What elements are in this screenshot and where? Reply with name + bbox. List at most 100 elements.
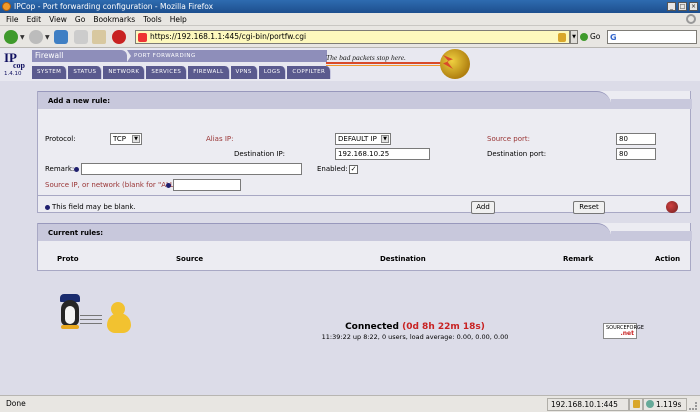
url-bar[interactable]: https://192.168.1.1:445/cgi-bin/portfw.c… bbox=[135, 30, 570, 44]
menu-help[interactable]: Help bbox=[166, 13, 191, 25]
url-text: https://192.168.1.1:445/cgi-bin/portfw.c… bbox=[150, 32, 307, 41]
close-button[interactable]: × bbox=[689, 2, 698, 11]
google-icon: G bbox=[610, 33, 617, 42]
add-rule-title: Add a new rule: bbox=[38, 91, 611, 109]
alias-ip-select[interactable]: DEFAULT IP ▼ bbox=[335, 133, 391, 145]
forward-dropdown-icon[interactable]: ▼ bbox=[45, 34, 50, 41]
slogan-underline-2 bbox=[326, 65, 448, 66]
go-button[interactable]: Go bbox=[580, 30, 600, 44]
menu-go[interactable]: Go bbox=[71, 13, 89, 25]
protocol-value: TCP bbox=[113, 135, 126, 143]
source-ip-input[interactable] bbox=[173, 179, 241, 191]
home-icon[interactable] bbox=[92, 30, 106, 44]
slogan: The bad packets stop here. bbox=[326, 53, 406, 62]
reset-button[interactable]: Reset bbox=[573, 201, 605, 214]
back-dropdown-icon[interactable]: ▼ bbox=[20, 34, 25, 41]
lock-icon[interactable] bbox=[558, 33, 566, 42]
source-port-input[interactable]: 80 bbox=[616, 133, 656, 145]
tab-status[interactable]: Status bbox=[68, 66, 103, 79]
remark-label: Remark: bbox=[45, 165, 75, 173]
tab-firewall[interactable]: Firewall bbox=[188, 66, 230, 79]
reload-icon[interactable] bbox=[54, 30, 68, 44]
mascot-icon bbox=[440, 49, 470, 79]
url-history-dropdown[interactable]: ▼ bbox=[570, 30, 578, 44]
ipcop-header: IP cop 1.4.10 Firewall Port Forwarding T… bbox=[0, 48, 700, 81]
maximize-button[interactable]: □ bbox=[678, 2, 687, 11]
enabled-label: Enabled: bbox=[317, 165, 348, 173]
favicon-icon bbox=[138, 33, 147, 42]
destination-ip-input[interactable]: 192.168.10.25 bbox=[335, 148, 430, 160]
destination-port-input[interactable]: 80 bbox=[616, 148, 656, 160]
blocked-icon[interactable] bbox=[112, 30, 126, 44]
chick-mascot-icon bbox=[105, 300, 133, 334]
ipcop-logo: IP cop 1.4.10 bbox=[4, 50, 28, 78]
optional-dot-icon bbox=[74, 167, 79, 172]
column-remark: Remark bbox=[563, 255, 594, 263]
menu-bookmarks[interactable]: Bookmarks bbox=[89, 13, 139, 25]
status-text: Done bbox=[6, 399, 26, 408]
timer-value: 1.119s bbox=[656, 400, 682, 409]
timer-icon bbox=[646, 400, 654, 408]
speed-lines-icon bbox=[80, 315, 102, 331]
page-title: Port Forwarding bbox=[127, 50, 327, 62]
remark-input[interactable] bbox=[81, 163, 302, 175]
tab-vpns[interactable]: VPNs bbox=[230, 66, 258, 79]
search-input[interactable]: G bbox=[607, 30, 697, 44]
tab-services[interactable]: Services bbox=[146, 66, 188, 79]
column-proto: Proto bbox=[57, 255, 79, 263]
protocol-select[interactable]: TCP ▼ bbox=[110, 133, 142, 145]
blank-note: This field may be blank. bbox=[52, 203, 136, 211]
sf-net: .net bbox=[620, 330, 635, 337]
menu-edit[interactable]: Edit bbox=[23, 13, 46, 25]
connected-time: (0d 8h 22m 18s) bbox=[402, 322, 485, 332]
page-title-text: Port Forwarding bbox=[134, 53, 196, 59]
lock-icon bbox=[633, 400, 640, 408]
page-content: Add a new rule: Protocol: TCP ▼ Alias IP… bbox=[0, 81, 700, 395]
divider bbox=[38, 195, 690, 196]
menu-tools[interactable]: Tools bbox=[139, 13, 165, 25]
status-bar: Done 192.168.10.1:445 1.119s bbox=[0, 395, 700, 412]
chevron-down-icon: ▼ bbox=[132, 135, 140, 143]
tab-logs[interactable]: Logs bbox=[258, 66, 287, 79]
column-destination: Destination bbox=[380, 255, 426, 263]
protocol-label: Protocol: bbox=[45, 135, 76, 143]
enabled-checkbox[interactable]: ✓ bbox=[349, 165, 358, 174]
stop-icon[interactable] bbox=[74, 30, 88, 44]
chevron-down-icon: ▼ bbox=[381, 135, 389, 143]
main-tabs: System Status Network Services Firewall … bbox=[32, 66, 332, 80]
destination-ip-label: Destination IP: bbox=[234, 150, 286, 158]
add-rule-panel: Add a new rule: Protocol: TCP ▼ Alias IP… bbox=[37, 91, 692, 214]
column-action: Action bbox=[655, 255, 681, 263]
source-ip-label: Source IP, or network (blank for "ALL"): bbox=[45, 181, 183, 189]
navigation-toolbar: ▼ ▼ https://192.168.1.1:445/cgi-bin/port… bbox=[0, 26, 700, 48]
logo-version: 1.4.10 bbox=[4, 71, 22, 77]
page-arrow-icon bbox=[127, 50, 131, 62]
add-button[interactable]: Add bbox=[471, 201, 495, 214]
throbber-icon bbox=[686, 14, 696, 24]
alias-ip-label: Alias IP: bbox=[206, 135, 234, 143]
minimize-button[interactable]: _ bbox=[667, 2, 676, 11]
uptime-line: 11:39:22 up 8:22, 0 users, load average:… bbox=[321, 333, 509, 341]
sourceforge-logo[interactable]: SOURCEFORGE .net bbox=[603, 323, 644, 339]
go-label: Go bbox=[590, 32, 601, 41]
tab-network[interactable]: Network bbox=[103, 66, 146, 79]
menu-file[interactable]: File bbox=[2, 13, 23, 25]
optional-dot-icon bbox=[45, 205, 50, 210]
optional-dot-icon bbox=[166, 183, 171, 188]
source-port-label: Source port: bbox=[487, 135, 530, 143]
current-rules-panel: Current rules: Proto Source Destination … bbox=[37, 223, 692, 271]
tab-system[interactable]: System bbox=[32, 66, 68, 79]
logo-cop: cop bbox=[13, 61, 25, 70]
help-icon[interactable] bbox=[666, 201, 678, 213]
section-title: Firewall bbox=[32, 50, 127, 62]
go-arrow-icon bbox=[580, 33, 588, 41]
connection-status: Connected (0d 8h 22m 18s) 11:39:22 up 8:… bbox=[290, 322, 540, 342]
status-ip: 192.168.10.1:445 bbox=[547, 398, 629, 411]
status-lock[interactable] bbox=[629, 398, 643, 411]
back-arrow-icon[interactable] bbox=[4, 30, 18, 44]
menu-view[interactable]: View bbox=[45, 13, 71, 25]
window-controls: _ □ × bbox=[667, 2, 698, 11]
resize-grip-icon[interactable] bbox=[689, 402, 697, 410]
forward-arrow-icon[interactable] bbox=[29, 30, 43, 44]
tab-copfilter[interactable]: Copfilter bbox=[287, 66, 332, 79]
